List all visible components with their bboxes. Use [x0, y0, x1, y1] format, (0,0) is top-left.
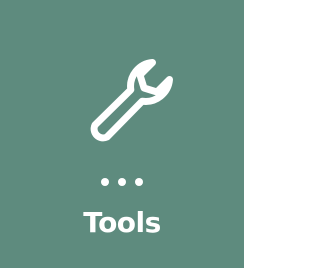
dot: [101, 178, 109, 186]
tools-tile[interactable]: Tools: [0, 0, 247, 271]
ellipsis-icon: [0, 178, 244, 188]
dot: [118, 178, 126, 186]
dot: [135, 178, 143, 186]
wrench-icon: [84, 50, 184, 150]
tile-label: Tools: [83, 206, 161, 239]
